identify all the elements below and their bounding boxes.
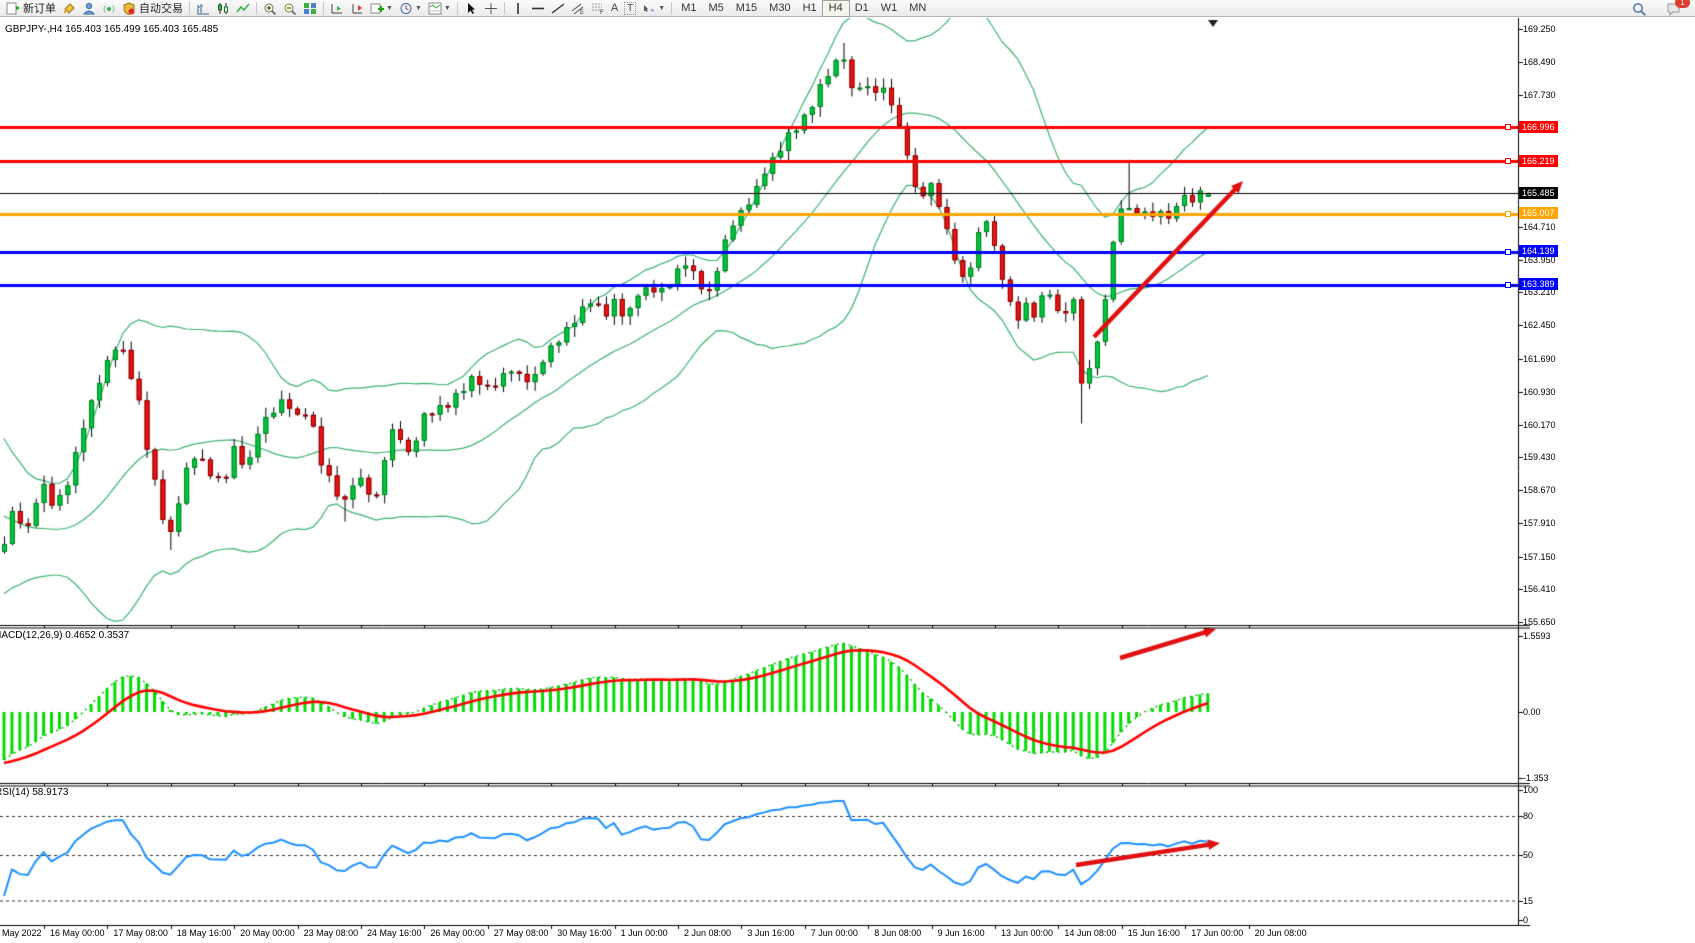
toolbar-separator: [189, 2, 190, 15]
cursor-arrow-icon: [464, 2, 478, 15]
label-tool-icon: T: [624, 2, 636, 15]
profile-button[interactable]: [79, 1, 99, 16]
line-chart-button[interactable]: [233, 1, 253, 16]
new-order-label: 新订单: [23, 0, 56, 16]
tab-timeframe-h4[interactable]: H4: [823, 1, 849, 16]
tab-timeframe-mn[interactable]: MN: [903, 1, 932, 16]
person-icon: [82, 2, 96, 15]
fibonacci-icon: F: [591, 2, 605, 15]
zoom-in-icon: [263, 2, 277, 15]
zoom-out-icon: [283, 2, 297, 15]
trendline-tool[interactable]: [548, 1, 568, 16]
toolbar-separator: [504, 2, 505, 15]
chart-canvas[interactable]: [0, 0, 1695, 943]
candle-chart-button[interactable]: [213, 1, 233, 16]
chevron-down-icon: ▼: [658, 5, 665, 12]
paint-bucket-icon: [62, 2, 76, 15]
tile-windows-button[interactable]: [300, 1, 320, 16]
styler-button[interactable]: [59, 1, 79, 16]
fibonacci-tool[interactable]: F: [588, 1, 608, 16]
chat-button[interactable]: 1: [1663, 1, 1683, 16]
bar-chart-button[interactable]: [193, 1, 213, 16]
toolbar-separator: [671, 2, 672, 15]
new-order-button[interactable]: 新订单: [3, 1, 59, 16]
template-button[interactable]: ▼: [425, 1, 454, 16]
text-tool[interactable]: A: [608, 1, 621, 16]
add-indicator-icon: [370, 2, 384, 15]
mt4-window: { "toolbar": { "new_order_label": "新订单",…: [0, 0, 1695, 943]
tab-timeframe-m30[interactable]: M30: [763, 1, 796, 16]
toolbar-separator: [256, 2, 257, 15]
tab-timeframe-m1[interactable]: M1: [675, 1, 702, 16]
tab-timeframe-h1[interactable]: H1: [797, 1, 823, 16]
zoom-in-button[interactable]: [260, 1, 280, 16]
macd-indicator-label: MACD(12,26,9) 0.4652 0.3537: [0, 630, 129, 641]
channel-tool[interactable]: E: [568, 1, 588, 16]
tab-timeframe-m5[interactable]: M5: [702, 1, 729, 16]
arrows-shapes-icon: [642, 2, 656, 15]
horizontal-line-icon: [531, 2, 545, 15]
toolbar-separator: [457, 2, 458, 15]
bar-chart-icon: [196, 2, 210, 15]
template-icon: [428, 2, 442, 15]
tab-timeframe-d1[interactable]: D1: [849, 1, 875, 16]
cursor-tool-button[interactable]: [461, 1, 481, 16]
chart-shift-icon: [330, 2, 344, 15]
vertical-line-tool[interactable]: [508, 1, 528, 16]
candlestick-chart-icon: [216, 2, 230, 15]
svg-text:E: E: [580, 10, 584, 15]
autotrade-label: 自动交易: [139, 0, 183, 16]
tab-timeframe-m15[interactable]: M15: [730, 1, 763, 16]
toolbar-separator: [323, 2, 324, 15]
chat-badge: 1: [1675, 0, 1690, 8]
horizontal-line-tool[interactable]: [528, 1, 548, 16]
chart-shift-button[interactable]: [327, 1, 347, 16]
symbol-title: GBPJPY-,H4 165.403 165.499 165.403 165.4…: [5, 24, 218, 35]
search-button[interactable]: [1629, 1, 1649, 16]
add-indicator-button[interactable]: ▼: [367, 1, 396, 16]
search-icon: [1632, 2, 1646, 15]
rsi-indicator-label: RSI(14) 58.9173: [0, 787, 68, 798]
signals-button[interactable]: [99, 1, 119, 16]
vertical-line-icon: [511, 2, 525, 15]
auto-scroll-icon: [350, 2, 364, 15]
crosshair-tool-button[interactable]: [481, 1, 501, 16]
text-tool-icon: A: [611, 2, 618, 14]
tile-windows-icon: [303, 2, 317, 15]
toolbar: 新订单 自动交易: [0, 0, 1695, 17]
equidistant-channel-icon: E: [571, 2, 585, 15]
tab-timeframe-w1[interactable]: W1: [875, 1, 904, 16]
trendline-icon: [551, 2, 565, 15]
clock-icon: [399, 2, 413, 15]
broadcast-icon: [102, 2, 116, 15]
zoom-out-button[interactable]: [280, 1, 300, 16]
new-order-icon: [6, 2, 20, 15]
autotrade-button[interactable]: 自动交易: [119, 1, 186, 16]
autotrade-shield-icon: [122, 2, 136, 15]
shapes-tool[interactable]: ▼: [639, 1, 668, 16]
period-button[interactable]: ▼: [396, 1, 425, 16]
chevron-down-icon: ▼: [386, 5, 393, 12]
label-tool[interactable]: T: [621, 1, 639, 16]
chevron-down-icon: ▼: [444, 5, 451, 12]
line-chart-icon: [236, 2, 250, 15]
chevron-down-icon: ▼: [415, 5, 422, 12]
auto-scroll-button[interactable]: [347, 1, 367, 16]
svg-text:F: F: [600, 10, 604, 15]
crosshair-icon: [484, 2, 498, 15]
